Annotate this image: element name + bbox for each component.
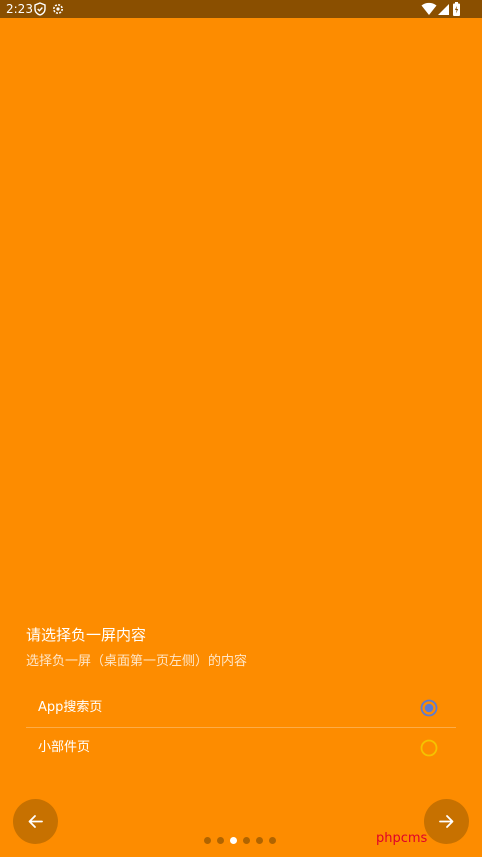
radio-selected-icon[interactable] bbox=[420, 699, 438, 717]
gear-icon bbox=[53, 4, 63, 14]
next-button[interactable] bbox=[424, 799, 469, 844]
status-time: 2:23 bbox=[6, 2, 33, 16]
option-app-search[interactable]: App搜索页 bbox=[26, 689, 456, 727]
watermark: phpcms bbox=[376, 831, 428, 846]
wifi-icon bbox=[421, 2, 437, 15]
option-divider bbox=[26, 727, 456, 728]
page-dot-active bbox=[230, 837, 237, 844]
signal-icon bbox=[438, 4, 449, 15]
option-label: App搜索页 bbox=[38, 700, 103, 715]
back-button[interactable] bbox=[13, 799, 58, 844]
radio-unselected-icon[interactable] bbox=[420, 739, 438, 757]
page-dot bbox=[256, 837, 263, 844]
page-title: 请选择负一屏内容 bbox=[26, 626, 147, 644]
option-label: 小部件页 bbox=[38, 740, 91, 755]
shield-check-icon bbox=[34, 2, 46, 16]
option-widget-page[interactable]: 小部件页 bbox=[26, 729, 456, 767]
page-indicator bbox=[204, 837, 280, 845]
status-bar: 2:23 bbox=[0, 0, 482, 18]
arrow-right-icon bbox=[439, 815, 454, 828]
page-dot bbox=[217, 837, 224, 844]
page-subtitle: 选择负一屏（桌面第一页左侧）的内容 bbox=[26, 654, 248, 669]
page-dot bbox=[243, 837, 250, 844]
page-dot bbox=[269, 837, 276, 844]
battery-icon bbox=[453, 2, 460, 16]
arrow-left-icon bbox=[28, 815, 43, 828]
page-dot bbox=[204, 837, 211, 844]
